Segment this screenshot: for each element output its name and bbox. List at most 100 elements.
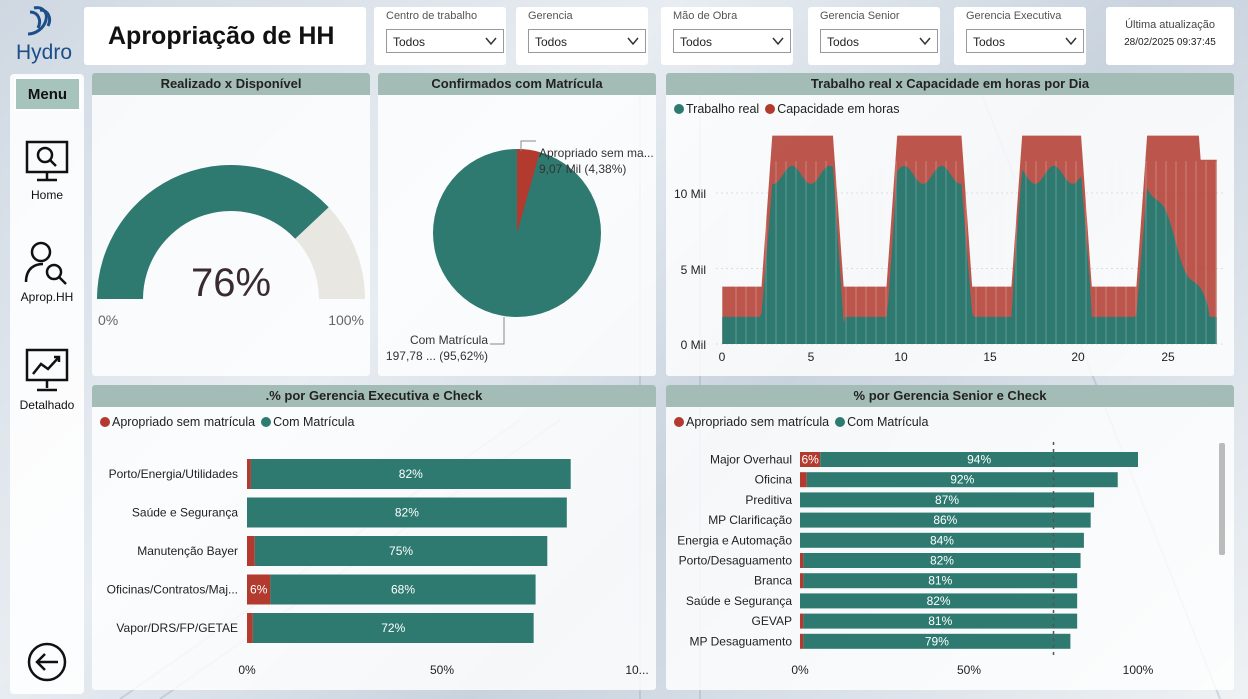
bar-row[interactable]: Oficinas/Contratos/Maj... 6% 68%	[107, 574, 536, 605]
legend-label: Com Matrícula	[847, 415, 929, 429]
page-title: Apropriação de HH	[84, 7, 366, 65]
back-button[interactable]	[27, 642, 67, 687]
bar-label: Major Overhaul	[710, 453, 792, 467]
gauge-chart: 76% 0% 100%	[97, 165, 365, 328]
y-tick: 5 Mil	[681, 263, 706, 277]
legend-label: Capacidade em horas	[777, 102, 900, 116]
pie-label-com-matricula: Com Matrícula	[410, 333, 488, 347]
chevron-down-icon	[485, 37, 497, 46]
bar-row[interactable]: Porto/Desaguamento 82%	[679, 553, 1081, 568]
y-tick: 0 Mil	[681, 338, 706, 352]
legend-item-trabalho-real[interactable]: Trabalho real	[674, 102, 759, 116]
chevron-down-icon	[627, 37, 639, 46]
bar-row[interactable]: MP Desaguamento 79%	[689, 633, 1071, 649]
bar-row[interactable]: Branca 81%	[754, 573, 1078, 589]
bar-row[interactable]: Vapor/DRS/FP/GETAE 72%	[116, 613, 534, 643]
bar-label: Oficinas/Contratos/Maj...	[107, 583, 238, 597]
bar-value: 86%	[933, 513, 957, 527]
bar-row[interactable]: MP Clarificação 86%	[708, 512, 1091, 528]
x-tick: 0	[719, 350, 726, 364]
legend-item-apropriado[interactable]: Apropriado sem matrícula	[674, 415, 829, 429]
bar-segment-apropriado[interactable]	[800, 553, 804, 568]
filter-label: Gerencia Executiva	[966, 10, 1062, 22]
bar-label: Porto/Energia/Utilidades	[109, 467, 238, 481]
bar-red-value: 6%	[801, 453, 819, 467]
bar-value: 87%	[935, 493, 959, 507]
bar-label: MP Desaguamento	[689, 634, 792, 648]
filter-value: Todos	[827, 35, 860, 49]
bar-value: 75%	[389, 544, 413, 558]
filter-value: Todos	[535, 35, 568, 49]
x-tick: 25	[1161, 350, 1175, 364]
bar-label: Saúde e Segurança	[686, 594, 792, 608]
bar-value: 82%	[395, 506, 419, 520]
bar-row[interactable]: GEVAP 81%	[752, 613, 1078, 629]
legend-label: Trabalho real	[686, 102, 760, 116]
bar-segment-apropriado[interactable]	[800, 573, 804, 589]
legend-item-apropriado[interactable]: Apropriado sem matrícula	[100, 415, 255, 429]
filter-mao-de-obra-dropdown[interactable]: Todos	[673, 29, 791, 53]
senior-legend: Apropriado sem matrícula Com Matrícula	[674, 415, 1234, 429]
nav-item-home[interactable]: Home	[10, 138, 84, 202]
legend-item-com-matricula[interactable]: Com Matrícula	[261, 415, 354, 429]
nav-item-aprop-hh[interactable]: Aprop.HH	[10, 238, 84, 304]
menu-button[interactable]: Menu	[14, 77, 81, 111]
chevron-down-icon	[919, 37, 931, 46]
back-arrow-icon	[27, 642, 67, 682]
bar-row[interactable]: Saúde e Segurança 82%	[686, 593, 1078, 609]
filter-gerencia-senior-dropdown[interactable]: Todos	[820, 29, 938, 53]
filter-label: Mão de Obra	[673, 10, 738, 22]
bar-row[interactable]: Energia e Automação 84%	[677, 532, 1084, 548]
bar-row[interactable]: Preditiva 87%	[745, 492, 1095, 508]
y-tick: 10 Mil	[674, 187, 706, 201]
hydro-logo: Hydro	[12, 4, 72, 68]
bar-segment-apropriado[interactable]	[247, 459, 251, 489]
x-tick: 50%	[430, 663, 454, 677]
filter-label: Gerencia Senior	[820, 10, 900, 22]
bar-label: Porto/Desaguamento	[679, 554, 793, 568]
bar-row[interactable]: Manutenção Bayer 75%	[137, 536, 548, 566]
legend-item-com-matricula[interactable]: Com Matrícula	[835, 415, 928, 429]
pie-value-apropriado: 9,07 Mil (4,38%)	[539, 162, 626, 176]
bar-label: GEVAP	[752, 614, 792, 628]
bar-label: Preditiva	[745, 493, 792, 507]
bar-row[interactable]: Oficina 92%	[755, 472, 1118, 488]
legend-item-capacidade[interactable]: Capacidade em horas	[765, 102, 899, 116]
nav-item-detalhado-label: Detalhado	[19, 398, 75, 412]
senior-bar-chart: Major Overhaul 6% 94% Oficina 92% Preditiva 87…	[677, 442, 1154, 677]
chevron-down-icon	[1065, 37, 1077, 46]
bar-row[interactable]: Porto/Energia/Utilidades 82%	[109, 459, 571, 489]
last-update-value: 28/02/2025 09:37:45	[1124, 37, 1216, 48]
bar-segment-apropriado[interactable]	[247, 536, 255, 566]
x-tick: 20	[1071, 350, 1085, 364]
x-tick: 0%	[238, 663, 256, 677]
bar-segment-apropriado[interactable]	[800, 633, 804, 649]
bar-value: 81%	[928, 614, 952, 628]
bar-segment-apropriado[interactable]	[800, 613, 804, 629]
bar-row[interactable]: Saúde e Segurança 82%	[132, 497, 567, 528]
x-tick: 10...	[625, 663, 648, 677]
bar-value: 92%	[950, 473, 974, 487]
nav-item-detalhado[interactable]: Detalhado	[10, 346, 84, 412]
x-tick: 0%	[791, 663, 809, 677]
filter-gerencia-dropdown[interactable]: Todos	[528, 29, 646, 53]
bar-value: 94%	[967, 453, 991, 467]
pie-chart: Apropriado sem ma... 9,07 Mil (4,38%) Co…	[386, 140, 654, 363]
pie-value-com-matricula: 197,78 ... (95,62%)	[386, 349, 488, 363]
bar-value: 81%	[928, 574, 952, 588]
filter-gerencia-executiva-dropdown[interactable]: Todos	[966, 29, 1084, 53]
bar-segment-apropriado[interactable]	[247, 613, 253, 643]
gauge-title: Realizado x Disponível	[92, 73, 370, 95]
x-tick: 50%	[957, 663, 981, 677]
scrollbar[interactable]	[1219, 443, 1225, 555]
x-tick: 10	[894, 350, 908, 364]
filter-label: Centro de trabalho	[386, 10, 478, 22]
filter-value: Todos	[680, 35, 713, 49]
legend-label: Apropriado sem matrícula	[686, 415, 830, 429]
monitor-search-icon	[25, 140, 69, 182]
filter-centro-de-trabalho: Centro de trabalho Todos	[374, 7, 506, 65]
bar-value: 82%	[927, 594, 951, 608]
bar-segment-apropriado[interactable]	[800, 472, 807, 488]
bar-row[interactable]: Major Overhaul 6% 94%	[710, 452, 1138, 467]
filter-centro-de-trabalho-dropdown[interactable]: Todos	[386, 29, 504, 53]
